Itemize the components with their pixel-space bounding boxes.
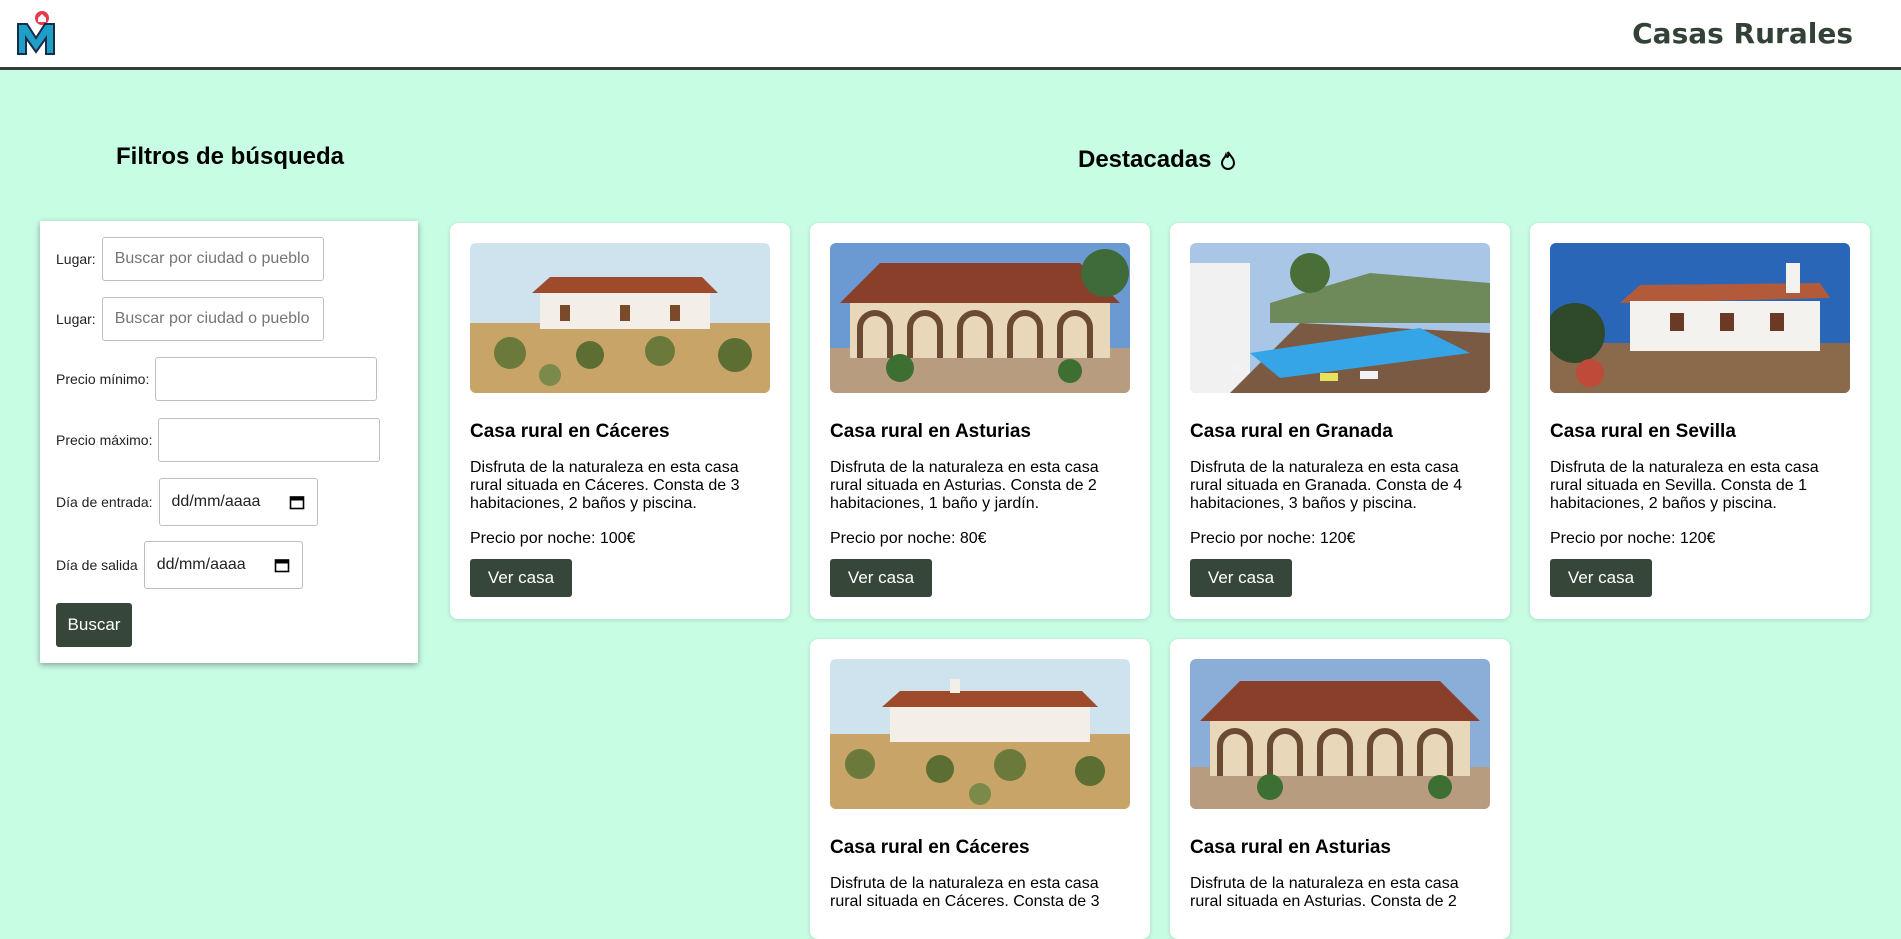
checkin-label: Día de entrada: [56,494,153,510]
view-house-button[interactable]: Ver casa [1190,559,1292,597]
house-photo [1190,243,1490,393]
checkout-date-placeholder: dd/mm/aaaa [156,556,246,573]
house-card: Casa rural en Asturias Disfruta de la na… [810,223,1150,619]
house-card-description: Disfruta de la naturaleza en esta casa r… [830,459,1099,512]
filter-row-min-price: Precio mínimo: [56,357,378,401]
house-card-description: Disfruta de la naturaleza en esta casa r… [470,459,740,512]
filter-panel: Lugar: Lugar: Precio mínimo: Precio máxi… [40,221,418,663]
house-card: Casa rural en Cáceres Disfruta de la nat… [810,639,1150,939]
house-card-price: Precio por noche: 120€ [1550,530,1716,547]
max-price-input[interactable] [158,418,381,462]
house-card: Casa rural en Sevilla Disfruta de la nat… [1530,223,1870,619]
house-card-description: Disfruta de la naturaleza en esta casa r… [1550,459,1819,512]
house-photo [470,243,770,393]
house-card: Casa rural en Asturias Disfruta de la na… [1170,639,1510,939]
min-price-label: Precio mínimo: [56,371,150,387]
filter-row-place-2: Lugar: [56,297,324,341]
checkin-date-input[interactable]: dd/mm/aaaa [158,478,318,526]
house-card-title: Casa rural en Asturias [830,421,1031,442]
house-card-description: Disfruta de la naturaleza en esta casa r… [1190,875,1459,910]
house-card-price: Precio por noche: 120€ [1190,530,1356,547]
checkout-date-input[interactable]: dd/mm/aaaa [143,541,303,589]
house-card-title: Casa rural en Sevilla [1550,421,1736,442]
house-card-description: Disfruta de la naturaleza en esta casa r… [1190,459,1463,512]
calendar-icon[interactable] [289,494,305,510]
min-price-input[interactable] [155,357,378,401]
checkout-label: Día de salida [56,557,138,573]
fire-icon [1221,151,1236,170]
house-card-title: Casa rural en Asturias [1190,837,1391,858]
checkin-date-placeholder: dd/mm/aaaa [171,493,261,510]
site-title: Casas Rurales [1632,17,1853,50]
house-card-price: Precio por noche: 80€ [830,530,987,547]
house-card-title: Casa rural en Granada [1190,421,1393,442]
filter-row-checkin: Día de entrada: dd/mm/aaaa [56,478,318,526]
filter-row-checkout: Día de salida dd/mm/aaaa [56,541,303,589]
filter-row-place-1: Lugar: [56,237,324,281]
top-navbar: Casas Rurales [0,0,1901,70]
house-photo [830,243,1130,393]
filters-title: Filtros de búsqueda [116,143,345,170]
house-card: Casa rural en Cáceres Disfruta de la nat… [450,223,790,619]
view-house-button[interactable]: Ver casa [470,559,572,597]
house-photo [1190,659,1490,809]
house-card-price: Precio por noche: 100€ [470,530,636,547]
place-input[interactable] [101,237,324,281]
place-label: Lugar: [56,251,96,267]
house-photo [1550,243,1850,393]
featured-title: Destacadas [1078,146,1237,174]
house-card: Casa rural en Granada Disfruta de la nat… [1170,223,1510,619]
search-button[interactable]: Buscar [56,603,132,647]
view-house-button[interactable]: Ver casa [830,559,932,597]
place-input-2[interactable] [101,297,324,341]
house-card-description: Disfruta de la naturaleza en esta casa r… [830,875,1100,910]
house-card-title: Casa rural en Cáceres [470,421,670,442]
place-label-2: Lugar: [56,311,96,327]
calendar-icon[interactable] [274,557,290,573]
house-photo [830,659,1130,809]
featured-title-text: Destacadas [1078,146,1212,173]
max-price-label: Precio máximo: [56,432,153,448]
house-card-title: Casa rural en Cáceres [830,837,1030,858]
view-house-button[interactable]: Ver casa [1550,559,1652,597]
filter-row-max-price: Precio máximo: [56,418,381,462]
M-logo-icon[interactable] [12,10,60,58]
